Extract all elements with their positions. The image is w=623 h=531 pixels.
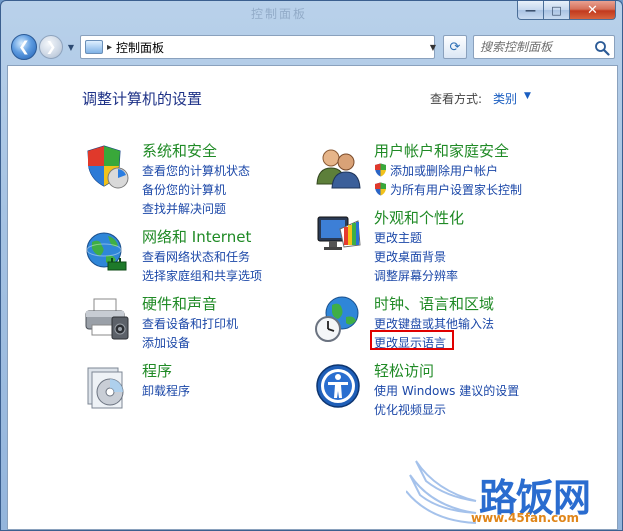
category-user-accounts: 用户帐户和家庭安全 添加或删除用户帐户 为所有用户设置家长控制 <box>314 142 554 202</box>
refresh-button[interactable]: ⟳ <box>443 35 467 59</box>
window-frame: 控制面板 — □ ✕ ❮ ❯ ▼ ▸ 控制面板 ▼ ⟳ 搜索控制面板 调整计算机… <box>0 0 623 531</box>
chevron-down-icon: ▼ <box>429 42 437 52</box>
search-icon[interactable] <box>594 40 610 56</box>
link-view-computer-status[interactable]: 查看您的计算机状态 <box>142 162 250 179</box>
link-backup-computer[interactable]: 备份您的计算机 <box>142 181 226 198</box>
watermark-url: www.45fan.com <box>471 511 580 525</box>
category-appearance: 外观和个性化 更改主题 更改桌面背景 调整屏幕分辨率 <box>314 207 554 283</box>
category-title[interactable]: 硬件和声音 <box>142 293 217 314</box>
category-title[interactable]: 程序 <box>142 360 172 381</box>
category-ease-of-access: 轻松访问 使用 Windows 建议的设置 优化视频显示 <box>314 360 554 417</box>
back-arrow-icon: ❮ <box>18 39 30 55</box>
chevron-down-icon: ▼ <box>67 42 75 52</box>
globe-network-icon[interactable] <box>82 228 130 276</box>
link-add-device[interactable]: 添加设备 <box>142 334 190 351</box>
category-hardware-sound: 硬件和声音 查看设备和打印机 添加设备 <box>82 295 282 355</box>
uac-shield-icon <box>375 163 386 177</box>
category-system-security: 系统和安全 查看您的计算机状态 备份您的计算机 查找并解决问题 <box>82 140 282 216</box>
link-adjust-resolution[interactable]: 调整屏幕分辨率 <box>374 267 458 284</box>
link-uninstall-program[interactable]: 卸载程序 <box>142 382 190 399</box>
category-title[interactable]: 轻松访问 <box>374 360 434 381</box>
history-dropdown[interactable]: ▼ <box>65 41 77 53</box>
shield-security-icon[interactable] <box>82 142 130 190</box>
forward-arrow-icon: ❯ <box>45 39 57 55</box>
uac-shield-icon <box>375 182 386 196</box>
title-bar[interactable]: 控制面板 — □ ✕ <box>1 1 622 31</box>
category-title[interactable]: 网络和 Internet <box>142 226 251 247</box>
link-change-theme[interactable]: 更改主题 <box>374 229 422 246</box>
page-title: 调整计算机的设置 <box>82 90 203 108</box>
view-by-label: 查看方式: <box>430 92 483 106</box>
forward-button[interactable]: ❯ <box>39 35 63 59</box>
address-bar[interactable]: ▸ 控制面板 <box>80 35 435 59</box>
clock-globe-icon[interactable] <box>314 295 362 343</box>
search-box[interactable] <box>473 35 615 59</box>
link-label: 为所有用户设置家长控制 <box>390 183 523 197</box>
address-dropdown[interactable]: ▼ <box>425 35 441 59</box>
control-panel-icon <box>85 40 103 54</box>
close-button[interactable]: ✕ <box>570 1 616 20</box>
category-network-internet: 网络和 Internet 查看网络状态和任务 选择家庭组和共享选项 <box>82 228 282 288</box>
link-change-desktop-background[interactable]: 更改桌面背景 <box>374 248 446 265</box>
link-network-status[interactable]: 查看网络状态和任务 <box>142 248 250 265</box>
link-troubleshoot[interactable]: 查找并解决问题 <box>142 200 226 217</box>
window-title: 控制面板 <box>251 7 308 21</box>
back-button[interactable]: ❮ <box>11 34 37 60</box>
navigation-bar: ❮ ❯ ▼ ▸ 控制面板 ▼ ⟳ <box>7 31 618 63</box>
maximize-button[interactable]: □ <box>544 1 570 20</box>
link-devices-printers[interactable]: 查看设备和打印机 <box>142 315 238 332</box>
breadcrumb-separator[interactable]: ▸ <box>107 42 112 53</box>
link-homegroup-sharing[interactable]: 选择家庭组和共享选项 <box>142 267 262 284</box>
category-title[interactable]: 用户帐户和家庭安全 <box>374 140 509 161</box>
breadcrumb-control-panel[interactable]: 控制面板 <box>116 39 164 56</box>
category-title[interactable]: 系统和安全 <box>142 140 217 161</box>
chevron-down-icon[interactable]: ▼ <box>524 91 531 101</box>
users-icon[interactable] <box>314 142 362 190</box>
caption-buttons: — □ ✕ <box>517 1 616 21</box>
category-programs: 程序 卸载程序 <box>82 362 282 412</box>
ease-of-access-icon[interactable] <box>314 362 362 410</box>
link-label: 添加或删除用户帐户 <box>390 164 499 178</box>
link-parental-controls[interactable]: 为所有用户设置家长控制 <box>374 181 522 198</box>
printer-icon[interactable] <box>82 295 130 343</box>
minimize-button[interactable]: — <box>517 1 544 20</box>
monitor-palette-icon[interactable] <box>314 209 362 257</box>
link-optimize-visual-display[interactable]: 优化视频显示 <box>374 401 446 418</box>
programs-disk-icon[interactable] <box>82 362 130 410</box>
category-title[interactable]: 外观和个性化 <box>374 207 464 228</box>
refresh-icon: ⟳ <box>449 39 461 55</box>
view-by-dropdown[interactable]: 类别 <box>493 90 517 107</box>
link-add-remove-accounts[interactable]: 添加或删除用户帐户 <box>374 162 498 179</box>
highlight-box <box>370 330 454 350</box>
search-input[interactable] <box>480 39 590 55</box>
link-windows-suggested-settings[interactable]: 使用 Windows 建议的设置 <box>374 382 519 399</box>
category-title[interactable]: 时钟、语言和区域 <box>374 293 494 314</box>
